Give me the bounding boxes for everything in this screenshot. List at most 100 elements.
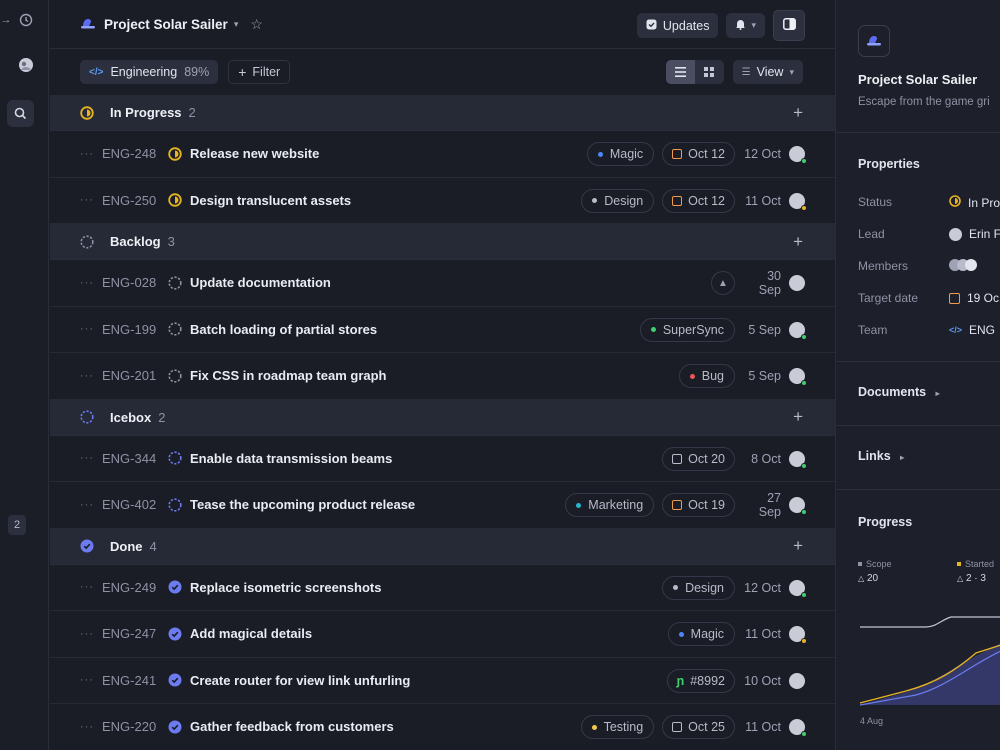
label-chip[interactable]: Marketing: [565, 493, 655, 517]
prop-value-team[interactable]: </> ENG: [949, 323, 995, 337]
more-options-icon[interactable]: ···: [80, 194, 102, 206]
issue-title[interactable]: Update documentation: [190, 275, 331, 290]
assignee-avatar[interactable]: [789, 275, 805, 291]
star-icon[interactable]: ☆: [250, 16, 263, 33]
assignee-avatar[interactable]: [789, 368, 807, 386]
backlog-icon[interactable]: [168, 322, 190, 336]
plus-icon[interactable]: +: [793, 536, 803, 556]
assignee-avatar[interactable]: [789, 719, 807, 737]
plus-icon[interactable]: +: [793, 407, 803, 427]
more-options-icon[interactable]: ···: [80, 721, 102, 733]
issue-row[interactable]: ··· ENG-344 Enable data transmission beams…: [50, 436, 835, 482]
issue-row[interactable]: ··· ENG-201 Fix CSS in roadmap team graph B…: [50, 353, 835, 400]
group-header-backlog[interactable]: Backlog 3 +: [50, 224, 835, 260]
label-chip[interactable]: Design: [662, 575, 735, 600]
label-chip[interactable]: SuperSync: [639, 317, 735, 342]
plus-icon[interactable]: +: [793, 103, 803, 123]
project-title[interactable]: Project Solar Sailer: [104, 17, 228, 32]
in-progress-icon[interactable]: [168, 193, 190, 207]
assignee-avatar[interactable]: [789, 497, 807, 515]
icebox-icon[interactable]: [168, 451, 190, 465]
assignee-avatar[interactable]: [789, 192, 807, 211]
backlog-icon[interactable]: [168, 276, 190, 290]
issue-title[interactable]: Fix CSS in roadmap team graph: [190, 368, 387, 383]
updates-button[interactable]: Updates: [636, 13, 719, 38]
issue-title[interactable]: Create router for view link unfurling: [190, 673, 410, 688]
issue-title[interactable]: Gather feedback from customers: [190, 719, 394, 734]
issue-row[interactable]: ··· ENG-028 Update documentation ▲ 30 Sep: [50, 260, 835, 307]
board-view-icon[interactable]: [695, 60, 724, 84]
issue-title[interactable]: Batch loading of partial stores: [190, 322, 377, 337]
team-filter-chip[interactable]: </> Engineering 89%: [80, 60, 219, 84]
notifications-button[interactable]: ▾: [726, 13, 765, 38]
done-icon[interactable]: [168, 720, 190, 734]
issue-title[interactable]: Release new website: [190, 146, 319, 161]
group-header-icebox[interactable]: Icebox 2 +: [50, 399, 835, 436]
issue-title[interactable]: Design translucent assets: [190, 193, 351, 208]
issue-title[interactable]: Enable data transmission beams: [190, 451, 392, 466]
group-header-done[interactable]: Done 4 +: [50, 528, 835, 565]
due-date-chip[interactable]: Oct 12: [662, 142, 735, 166]
issue-row[interactable]: ··· ENG-249 Replace isometric screenshots D…: [50, 565, 835, 611]
more-options-icon[interactable]: ···: [80, 581, 102, 593]
due-date-chip[interactable]: Oct 20: [662, 446, 735, 471]
documents-section[interactable]: Documents ▸: [858, 385, 940, 399]
more-options-icon[interactable]: ···: [80, 674, 102, 686]
notification-count-badge[interactable]: 2: [8, 515, 26, 535]
label-chip[interactable]: Design: [581, 188, 655, 213]
label-chip[interactable]: Bug: [678, 364, 735, 388]
issue-row[interactable]: ··· ENG-402 Tease the upcoming product rel…: [50, 482, 835, 529]
issue-title[interactable]: Add magical details: [190, 626, 312, 641]
prop-value-status[interactable]: In Pro: [949, 195, 1000, 210]
done-icon[interactable]: [168, 627, 190, 641]
more-options-icon[interactable]: ···: [80, 452, 102, 464]
issue-row[interactable]: ··· ENG-247 Add magical details Magic 11 Oct: [50, 611, 835, 658]
chevron-down-icon[interactable]: ▾: [234, 19, 239, 30]
done-icon[interactable]: [168, 673, 190, 687]
prop-value-lead[interactable]: Erin F: [949, 227, 1000, 241]
more-options-icon[interactable]: ···: [80, 370, 102, 382]
due-date-chip[interactable]: Oct 12: [662, 188, 735, 213]
more-options-icon[interactable]: ···: [80, 148, 102, 160]
more-options-icon[interactable]: ···: [80, 499, 102, 511]
issue-row[interactable]: ··· ENG-199 Batch loading of partial store…: [50, 307, 835, 353]
arrow-right-icon[interactable]: →: [0, 12, 12, 28]
history-icon[interactable]: [18, 12, 34, 28]
label-chip[interactable]: Magic: [586, 142, 655, 166]
issue-title[interactable]: Tease the upcoming product release: [190, 497, 415, 512]
group-header-in-progress[interactable]: In Progress 2 +: [50, 95, 835, 131]
assignee-avatar[interactable]: [789, 672, 805, 689]
assignee-avatar[interactable]: [789, 626, 807, 644]
more-options-icon[interactable]: ···: [80, 628, 102, 640]
issue-row[interactable]: ··· ENG-248 Release new website Magic Oct 12…: [50, 131, 835, 178]
icebox-icon[interactable]: [168, 498, 190, 512]
toggle-panel-button[interactable]: [773, 10, 805, 41]
issue-row[interactable]: ··· ENG-250 Design translucent assets Desig…: [50, 178, 835, 224]
more-options-icon[interactable]: ···: [80, 277, 102, 289]
assignee-avatar[interactable]: [789, 321, 807, 340]
due-date-chip[interactable]: Oct 19: [662, 493, 735, 517]
due-date-chip[interactable]: Oct 25: [662, 715, 735, 739]
more-options-icon[interactable]: ···: [80, 323, 102, 335]
prop-value-members[interactable]: [949, 259, 977, 271]
label-chip[interactable]: Testing: [580, 715, 655, 739]
assignee-avatar[interactable]: [789, 146, 807, 164]
done-icon[interactable]: [168, 580, 190, 594]
prop-value-target-date[interactable]: 19 Oc: [949, 291, 999, 305]
list-view-icon[interactable]: [665, 60, 695, 84]
pull-request-chip[interactable]: ɲ #8992: [666, 668, 735, 693]
assignee-avatar[interactable]: [789, 450, 807, 469]
assignee-avatar[interactable]: [789, 579, 807, 598]
priority-high-icon[interactable]: ▲: [711, 271, 735, 295]
issue-row[interactable]: ··· ENG-241 Create router for view link un…: [50, 658, 835, 704]
issue-title[interactable]: Replace isometric screenshots: [190, 580, 381, 595]
plus-icon[interactable]: +: [793, 232, 803, 252]
filter-button[interactable]: + Filter: [228, 60, 291, 84]
user-avatar-icon[interactable]: [17, 56, 35, 74]
search-icon[interactable]: [7, 100, 34, 127]
links-section[interactable]: Links ▸: [858, 449, 904, 463]
view-options-button[interactable]: ☰ View ▾: [732, 60, 803, 84]
label-chip[interactable]: Magic: [667, 622, 735, 646]
in-progress-icon[interactable]: [168, 147, 190, 161]
backlog-icon[interactable]: [168, 369, 190, 383]
